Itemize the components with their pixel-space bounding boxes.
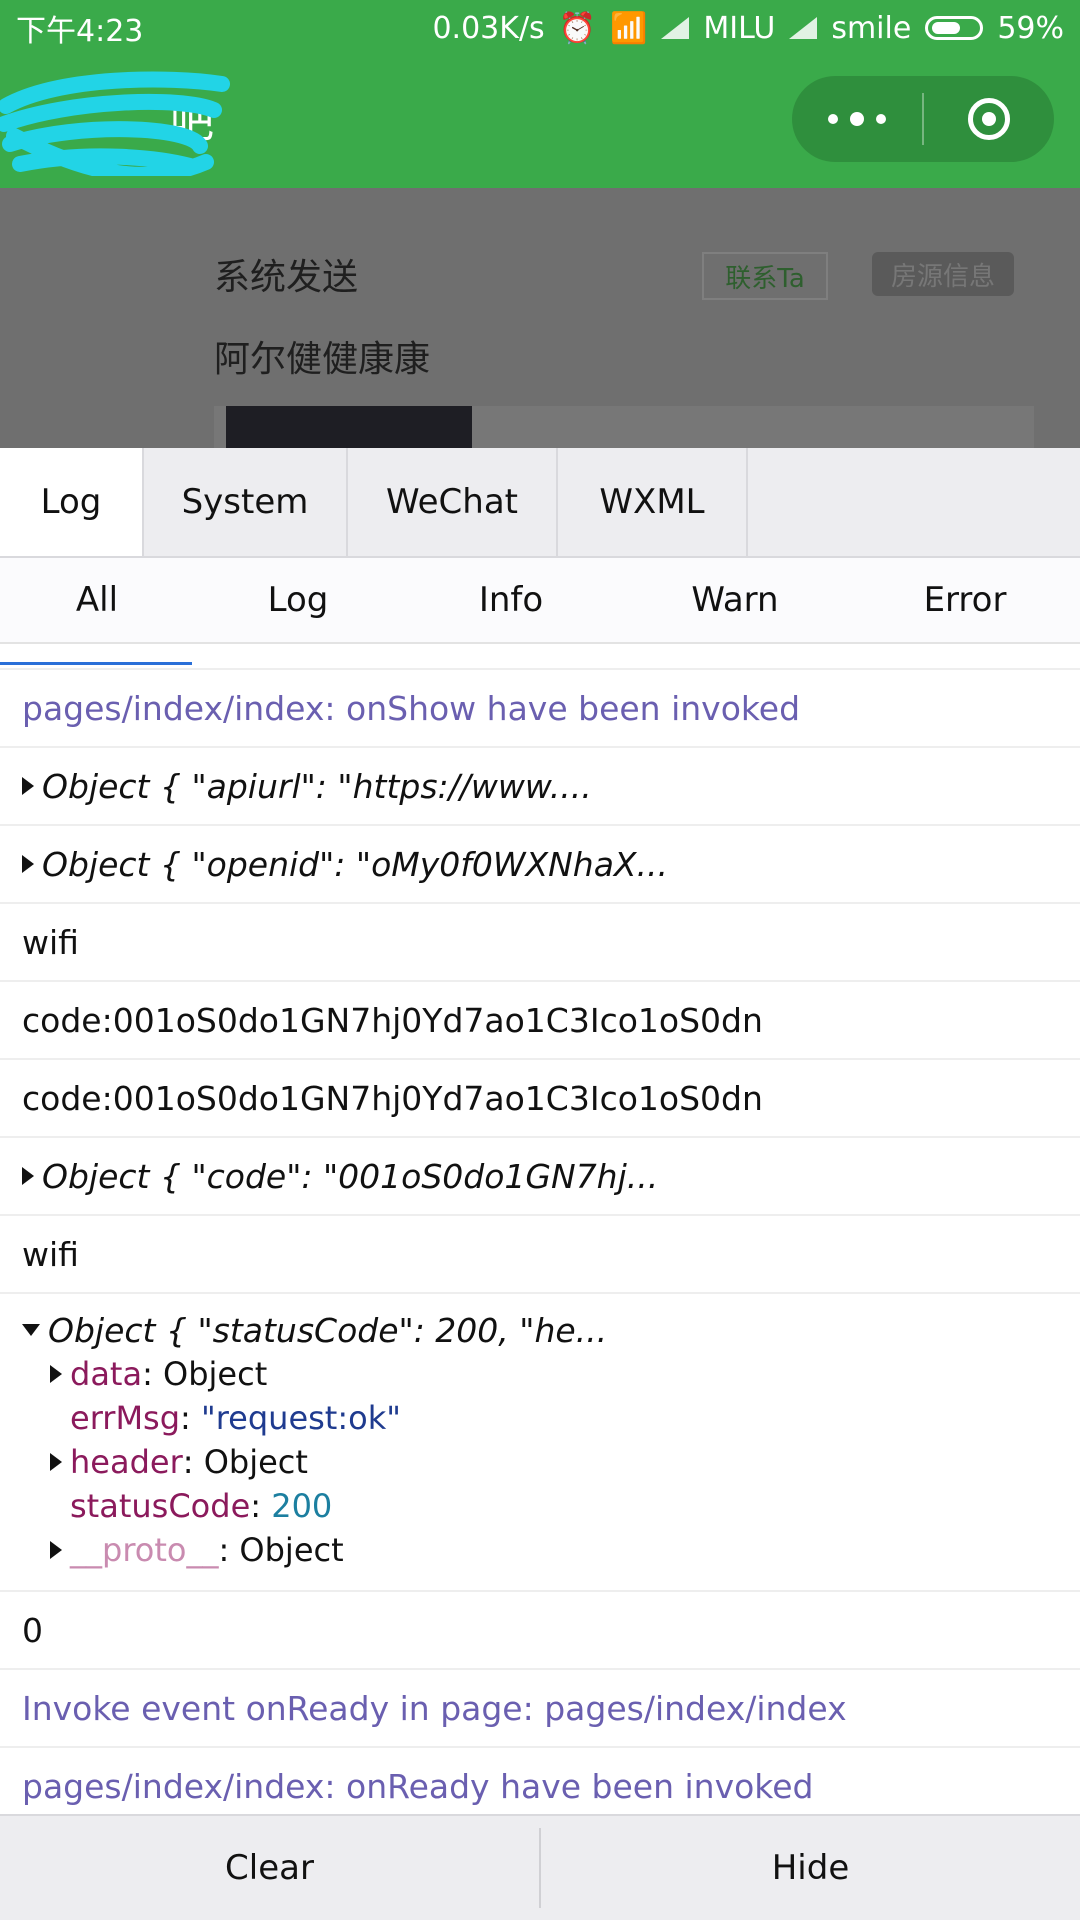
log-row: code:001oS0do1GN7hj0Yd7ao1C3Ico1oS0dn	[0, 1060, 1080, 1138]
wifi-icon: 📶	[610, 10, 648, 46]
signal-icon-2	[789, 17, 818, 39]
clear-button[interactable]: Clear	[0, 1816, 539, 1920]
log-row: code:001oS0do1GN7hj0Yd7ao1C3Ico1oS0dn	[0, 982, 1080, 1060]
more-dot-icon	[876, 114, 886, 124]
expand-arrow-icon[interactable]	[50, 1365, 62, 1383]
object-header[interactable]: Object { "statusCode": 200, "he...	[22, 1308, 1058, 1352]
tab-log[interactable]: Log	[0, 448, 144, 556]
signal-icon	[661, 17, 690, 39]
expand-arrow-icon[interactable]	[22, 1167, 34, 1185]
battery-level: 59%	[997, 10, 1064, 46]
expand-arrow-icon[interactable]	[50, 1453, 62, 1471]
log-row-object-expanded[interactable]: Object { "statusCode": 200, "he... data:…	[0, 1294, 1080, 1592]
log-row: Invoke event onReady in page: pages/inde…	[0, 1670, 1080, 1748]
log-row: wifi	[0, 1216, 1080, 1294]
log-row-partial	[0, 642, 1080, 670]
target-icon	[968, 98, 1010, 140]
page-content-dimmed: 系统发送 联系Ta 房源信息 阿尔健健康康	[0, 188, 1080, 448]
status-time: 下午4:23	[16, 14, 144, 49]
log-row-object[interactable]: Object { "openid": "oMy0f0WXNhaX...	[0, 826, 1080, 904]
carrier-2: smile	[831, 10, 912, 46]
expand-arrow-icon[interactable]	[22, 855, 34, 873]
tab-wechat[interactable]: WeChat	[348, 448, 558, 556]
system-send-label: 系统发送	[214, 257, 359, 298]
log-row-object[interactable]: Object { "code": "001oS0do1GN7hj...	[0, 1138, 1080, 1216]
log-filter-bar: All Log Info Warn Error	[0, 558, 1080, 644]
filter-log[interactable]: Log	[194, 558, 402, 642]
filter-info[interactable]: Info	[402, 558, 620, 642]
contact-button[interactable]: 联系Ta	[702, 252, 828, 300]
log-row: 0	[0, 1592, 1080, 1670]
more-dot-icon	[850, 112, 864, 126]
carrier-1: MILU	[703, 10, 776, 46]
filter-all[interactable]: All	[0, 558, 194, 642]
object-prop-errmsg: errMsg: "request:ok"	[70, 1399, 401, 1437]
object-prop-header[interactable]: header: Object	[22, 1440, 1058, 1484]
log-row: wifi	[0, 904, 1080, 982]
object-prop-data[interactable]: data: Object	[22, 1352, 1058, 1396]
battery-icon	[925, 16, 984, 40]
collapse-arrow-icon[interactable]	[22, 1324, 40, 1336]
house-info-button[interactable]: 房源信息	[872, 252, 1014, 296]
net-speed: 0.03K/s	[432, 10, 545, 46]
expand-arrow-icon[interactable]	[50, 1541, 62, 1559]
capsule-menu	[792, 76, 1054, 162]
log-row: pages/index/index: onReady have been inv…	[0, 1748, 1080, 1816]
expand-arrow-icon[interactable]	[22, 777, 34, 795]
status-icons: 0.03K/s ⏰ 📶 MILU smile 59%	[432, 11, 1064, 46]
log-row: pages/index/index: onShow have been invo…	[0, 670, 1080, 748]
status-bar: 下午4:23 0.03K/s ⏰ 📶 MILU smile 59%	[0, 0, 1080, 56]
log-list[interactable]: pages/index/index: onShow have been invo…	[0, 642, 1080, 1816]
user-name: 阿尔健健康康	[214, 339, 431, 380]
console-tabs: Log System WeChat WXML	[0, 448, 1080, 558]
filter-warn[interactable]: Warn	[620, 558, 850, 642]
tab-system[interactable]: System	[144, 448, 348, 556]
object-prop-statuscode: statusCode: 200	[70, 1487, 333, 1525]
log-row-object[interactable]: Object { "apiurl": "https://www....	[0, 748, 1080, 826]
more-dot-icon	[828, 114, 838, 124]
redaction-scribble	[0, 71, 230, 176]
close-miniprogram-button[interactable]	[924, 76, 1054, 162]
hide-button[interactable]: Hide	[541, 1816, 1080, 1920]
filter-error[interactable]: Error	[850, 558, 1080, 642]
thumbnail-image	[226, 406, 472, 448]
alarm-icon: ⏰	[558, 10, 597, 46]
more-button[interactable]	[792, 76, 922, 162]
vconsole-panel: Log System WeChat WXML All Log Info Warn…	[0, 448, 1080, 1920]
miniprogram-header: 吧	[0, 56, 1080, 188]
console-toolbar: Clear Hide	[0, 1814, 1080, 1920]
tab-wxml[interactable]: WXML	[558, 448, 748, 556]
object-prop-proto[interactable]: __proto__: Object	[22, 1528, 1058, 1572]
